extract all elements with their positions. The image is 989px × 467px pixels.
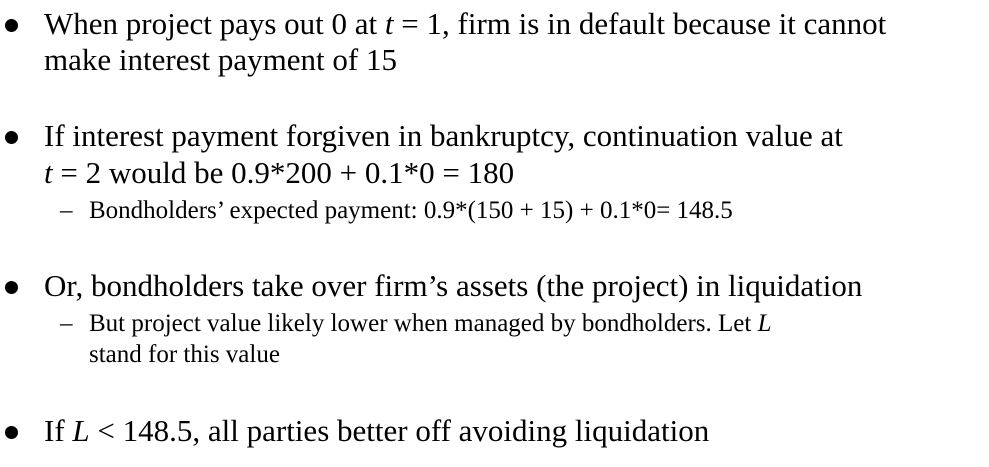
bullet-4-line-1: If L < 148.5, all parties better off avo… bbox=[44, 413, 709, 449]
sub-bullet-dash-icon: – bbox=[60, 197, 73, 224]
bullet-1-line-2: make interest payment of 15 bbox=[44, 42, 397, 77]
bullet-3-sub-line-1: But project value likely lower when mana… bbox=[89, 309, 771, 339]
bullet-3-line-1: Or, bondholders take over firm’s assets … bbox=[44, 268, 863, 303]
slide: When project pays out 0 at t = 1, firm i… bbox=[0, 0, 989, 467]
text-segment: When project pays out 0 at bbox=[44, 6, 385, 41]
bullet-dot-icon bbox=[5, 426, 18, 439]
text-segment: But project value likely lower when mana… bbox=[89, 310, 758, 337]
bullet-dot-icon bbox=[5, 19, 18, 32]
text-segment: = 2 would be 0.9*200 + 0.1*0 = 180 bbox=[52, 155, 515, 190]
text-segment: = 1, firm is in default because it canno… bbox=[393, 6, 887, 41]
variable-t: t bbox=[44, 155, 53, 190]
variable-L: L bbox=[72, 413, 90, 448]
variable-t: t bbox=[384, 6, 394, 41]
bullet-2-line-1: If interest payment forgiven in bankrupt… bbox=[44, 118, 843, 153]
text-segment: < 148.5, all parties better off avoiding… bbox=[89, 413, 710, 448]
variable-L: L bbox=[757, 310, 772, 337]
bullet-dot-icon bbox=[5, 281, 18, 294]
bullet-2-sub-line: Bondholders’ expected payment: 0.9*(150 … bbox=[89, 197, 733, 224]
bullet-3-sub-line-2: stand for this value bbox=[89, 341, 280, 368]
bullet-2-line-2: t = 2 would be 0.9*200 + 0.1*0 = 180 bbox=[44, 155, 514, 191]
text-segment: If bbox=[44, 413, 73, 448]
sub-bullet-dash-icon: – bbox=[60, 310, 73, 337]
bullet-dot-icon bbox=[5, 131, 18, 144]
bullet-1-line-1: When project pays out 0 at t = 1, firm i… bbox=[44, 6, 886, 42]
